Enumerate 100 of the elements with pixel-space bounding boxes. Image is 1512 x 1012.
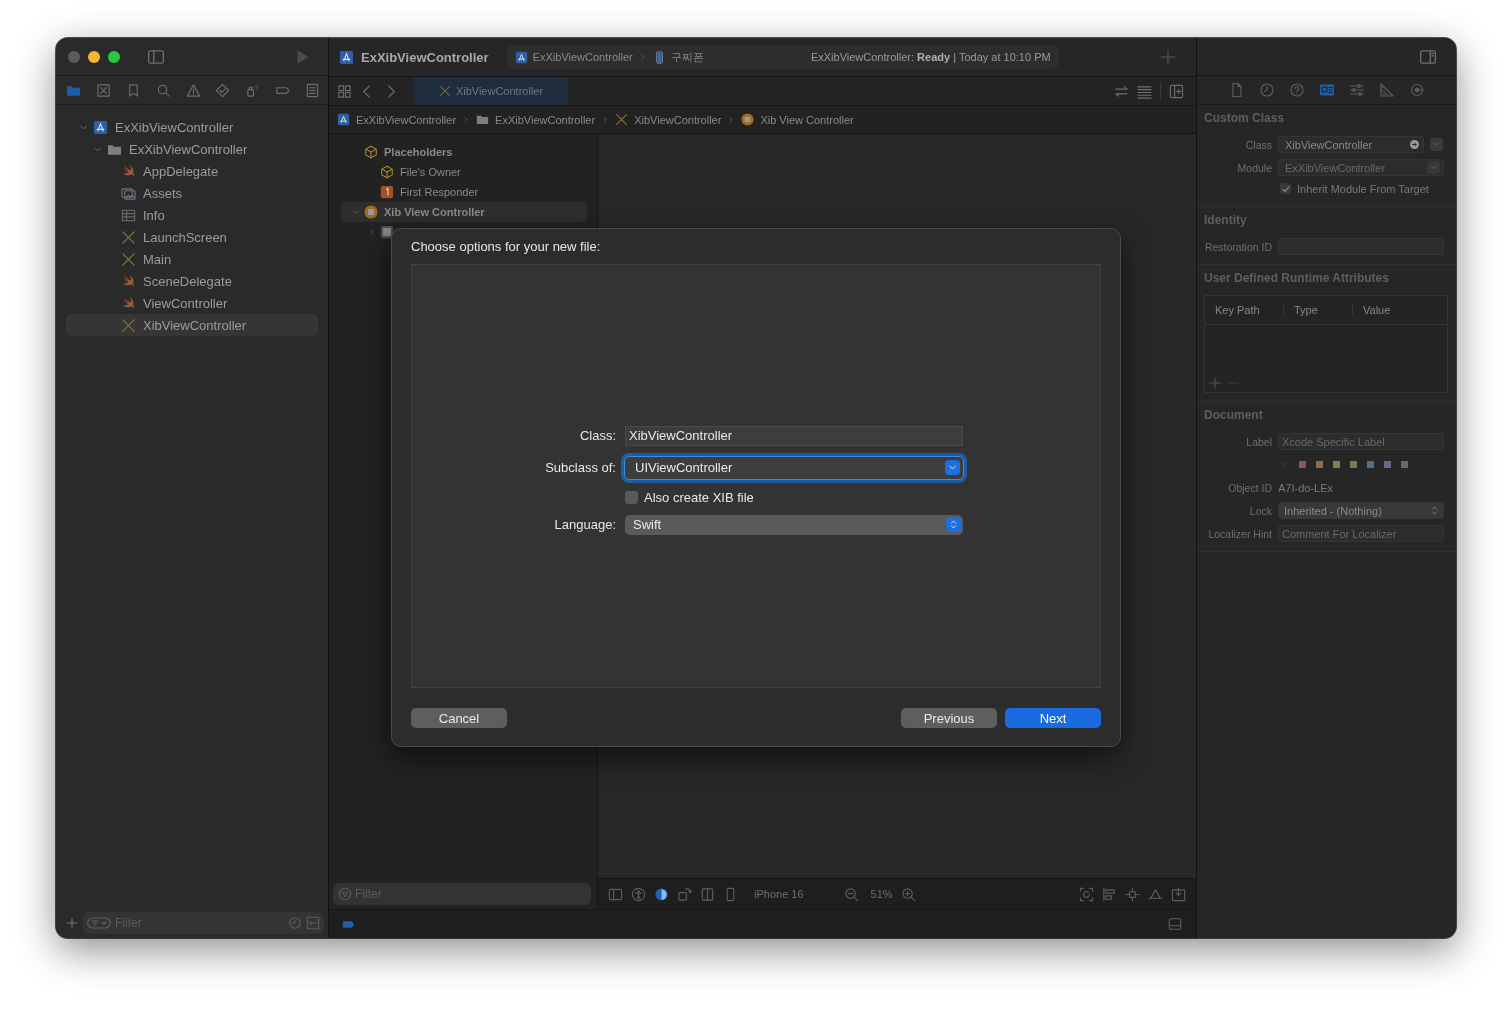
connection-icon[interactable] bbox=[1408, 82, 1425, 98]
subclass-combo-box[interactable]: UIViewController bbox=[624, 455, 964, 480]
zoom-in-icon[interactable] bbox=[900, 886, 916, 902]
color-swatch[interactable] bbox=[1350, 461, 1357, 468]
checkbox[interactable] bbox=[625, 490, 638, 504]
file-row[interactable]: LaunchScreen bbox=[66, 226, 318, 248]
panel-icon[interactable] bbox=[1168, 917, 1182, 931]
label-field[interactable]: Xcode Specific Label bbox=[1278, 433, 1444, 450]
file-row[interactable]: ViewController bbox=[66, 292, 318, 314]
sidebar-icon[interactable] bbox=[608, 886, 623, 902]
square-plus-minus-icon[interactable] bbox=[306, 916, 320, 930]
clock-icon[interactable] bbox=[288, 916, 302, 930]
triangle-icon[interactable] bbox=[1148, 886, 1163, 902]
warning-icon[interactable] bbox=[185, 82, 201, 98]
plus-icon[interactable] bbox=[1208, 376, 1222, 390]
file-row[interactable]: ExXibViewController bbox=[66, 116, 318, 138]
outline-row[interactable]: First Responder bbox=[341, 182, 587, 202]
controller-icon bbox=[364, 205, 378, 219]
pin-constraints-icon[interactable] bbox=[1125, 886, 1140, 902]
file-row[interactable]: Assets bbox=[66, 182, 318, 204]
zoom-out-icon[interactable] bbox=[843, 886, 859, 902]
minimize-button[interactable] bbox=[88, 50, 100, 63]
selected-file-row[interactable]: XibViewController bbox=[66, 314, 318, 336]
close-button[interactable] bbox=[68, 50, 80, 63]
file-row[interactable]: Main bbox=[66, 248, 318, 270]
bird-icon bbox=[121, 273, 136, 289]
diamond-check-icon[interactable] bbox=[215, 82, 231, 98]
breadcrumb-item[interactable]: Xib View Controller bbox=[741, 113, 854, 126]
swap-arrows-icon[interactable] bbox=[1114, 83, 1129, 99]
rotate-icon[interactable] bbox=[677, 886, 692, 902]
color-swatch[interactable] bbox=[1401, 461, 1408, 468]
outline-row[interactable]: File's Owner bbox=[341, 162, 587, 182]
plus-icon[interactable] bbox=[66, 917, 78, 929]
editor-tab[interactable]: XibViewController bbox=[414, 77, 568, 105]
scheme-target[interactable]: ExXibViewController bbox=[532, 51, 633, 63]
color-swatch[interactable] bbox=[1333, 461, 1340, 468]
zoom-level[interactable]: 51% bbox=[870, 888, 893, 900]
refresh-frame-icon[interactable] bbox=[1079, 886, 1094, 902]
color-swatch[interactable] bbox=[1316, 461, 1323, 468]
class-name-field[interactable]: XibViewController bbox=[625, 425, 963, 446]
checkbox[interactable] bbox=[1280, 183, 1291, 194]
color-swatch[interactable] bbox=[1384, 461, 1391, 468]
previous-button[interactable]: Previous bbox=[901, 708, 997, 728]
accessibility-icon[interactable] bbox=[631, 886, 646, 902]
cancel-button[interactable]: Cancel bbox=[411, 708, 507, 728]
localizer-hint-field[interactable]: Comment For Localizer bbox=[1278, 525, 1444, 542]
clock-icon[interactable] bbox=[1258, 82, 1275, 98]
file-row[interactable]: AppDelegate bbox=[66, 160, 318, 182]
list-icon[interactable] bbox=[305, 82, 320, 98]
align-icon[interactable] bbox=[1102, 886, 1117, 902]
plus-icon[interactable] bbox=[1159, 48, 1177, 66]
bird-icon bbox=[121, 295, 136, 311]
column-header[interactable]: Type bbox=[1283, 304, 1352, 316]
breadcrumb-item[interactable]: ExXibViewController bbox=[337, 113, 457, 126]
color-swatch[interactable] bbox=[1367, 461, 1374, 468]
up-down-caret-icon bbox=[1429, 505, 1440, 516]
class-field[interactable]: XibViewController bbox=[1278, 136, 1424, 153]
outline-row[interactable]: Placeholders bbox=[341, 142, 587, 162]
chevron-down-icon[interactable] bbox=[351, 207, 361, 217]
sidebar-icon[interactable] bbox=[147, 47, 165, 66]
file-row[interactable]: Info bbox=[66, 204, 318, 226]
column-header[interactable]: Key Path bbox=[1205, 304, 1283, 316]
dropdown-button[interactable] bbox=[1430, 138, 1443, 151]
split-icon[interactable] bbox=[700, 886, 715, 902]
language-popup[interactable]: Swift bbox=[625, 514, 963, 535]
column-header[interactable]: Value bbox=[1352, 304, 1421, 316]
section-title: Identity bbox=[1204, 213, 1248, 227]
file-row[interactable]: ExXibViewController bbox=[66, 138, 318, 160]
ruler-icon[interactable] bbox=[1378, 82, 1395, 98]
cross-tools-icon bbox=[121, 251, 136, 267]
breadcrumb-item[interactable]: ExXibViewController bbox=[476, 113, 596, 126]
arrow-circle-icon[interactable] bbox=[1409, 139, 1420, 150]
chevron-right-icon[interactable] bbox=[367, 227, 377, 237]
appearance-icon[interactable] bbox=[654, 886, 669, 902]
field-label: Module bbox=[1236, 161, 1272, 174]
selected-outline-row[interactable]: Xib View Controller bbox=[341, 202, 587, 222]
file-row[interactable]: SceneDelegate bbox=[66, 270, 318, 292]
id-card-icon[interactable] bbox=[1318, 82, 1335, 98]
lock-popup[interactable]: Inherited - (Nothing) bbox=[1278, 502, 1444, 519]
filter-menu-icon[interactable] bbox=[87, 915, 111, 931]
spray-icon[interactable] bbox=[245, 82, 261, 98]
checkbox-label[interactable]: Also create XIB file bbox=[644, 489, 754, 505]
run-destination[interactable]: 구찌폰 bbox=[670, 49, 704, 65]
color-swatch[interactable] bbox=[1299, 461, 1306, 468]
next-button[interactable]: Next bbox=[1005, 708, 1101, 728]
none-color-icon[interactable] bbox=[1280, 460, 1289, 469]
help-icon[interactable] bbox=[1288, 82, 1305, 98]
device-name[interactable]: iPhone 16 bbox=[754, 888, 804, 900]
embed-icon[interactable] bbox=[1171, 886, 1186, 902]
sliders-icon[interactable] bbox=[1348, 82, 1365, 98]
sidebar-icon[interactable] bbox=[1419, 47, 1437, 66]
search-icon[interactable] bbox=[155, 82, 171, 98]
chevron-down-icon bbox=[1432, 140, 1441, 149]
grid-squares-icon[interactable] bbox=[337, 83, 352, 99]
breadcrumb-item[interactable]: XibViewController bbox=[615, 113, 722, 126]
cross-tools-icon bbox=[438, 85, 451, 97]
lines-icon[interactable] bbox=[1137, 83, 1152, 99]
square-x-icon[interactable] bbox=[95, 82, 111, 98]
add-editor-icon[interactable] bbox=[1169, 83, 1184, 99]
zoom-button[interactable] bbox=[108, 50, 120, 63]
